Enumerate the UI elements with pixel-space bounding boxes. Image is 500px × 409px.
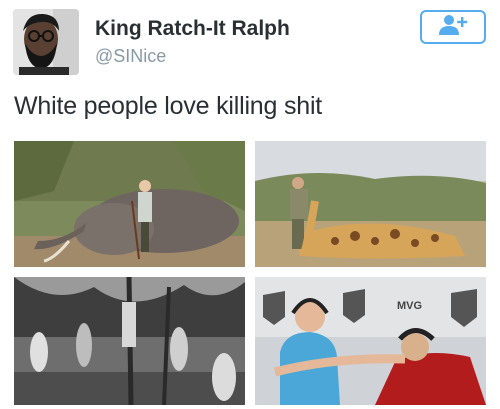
photo-elephant-hunter[interactable] bbox=[14, 141, 245, 267]
user-handle[interactable]: @SINice bbox=[95, 46, 166, 67]
photo-esports-players[interactable]: MVG bbox=[255, 277, 486, 405]
follow-button[interactable] bbox=[420, 10, 486, 44]
banner-mvg-text: MVG bbox=[397, 300, 422, 312]
display-name[interactable]: King Ratch-It Ralph bbox=[95, 17, 290, 41]
photo-historic-crowd[interactable] bbox=[14, 277, 245, 405]
add-user-icon bbox=[438, 14, 468, 41]
avatar[interactable] bbox=[13, 9, 79, 75]
tweet-text: White people love killing shit bbox=[14, 92, 323, 120]
photo-giraffe-hunter[interactable] bbox=[255, 141, 486, 267]
